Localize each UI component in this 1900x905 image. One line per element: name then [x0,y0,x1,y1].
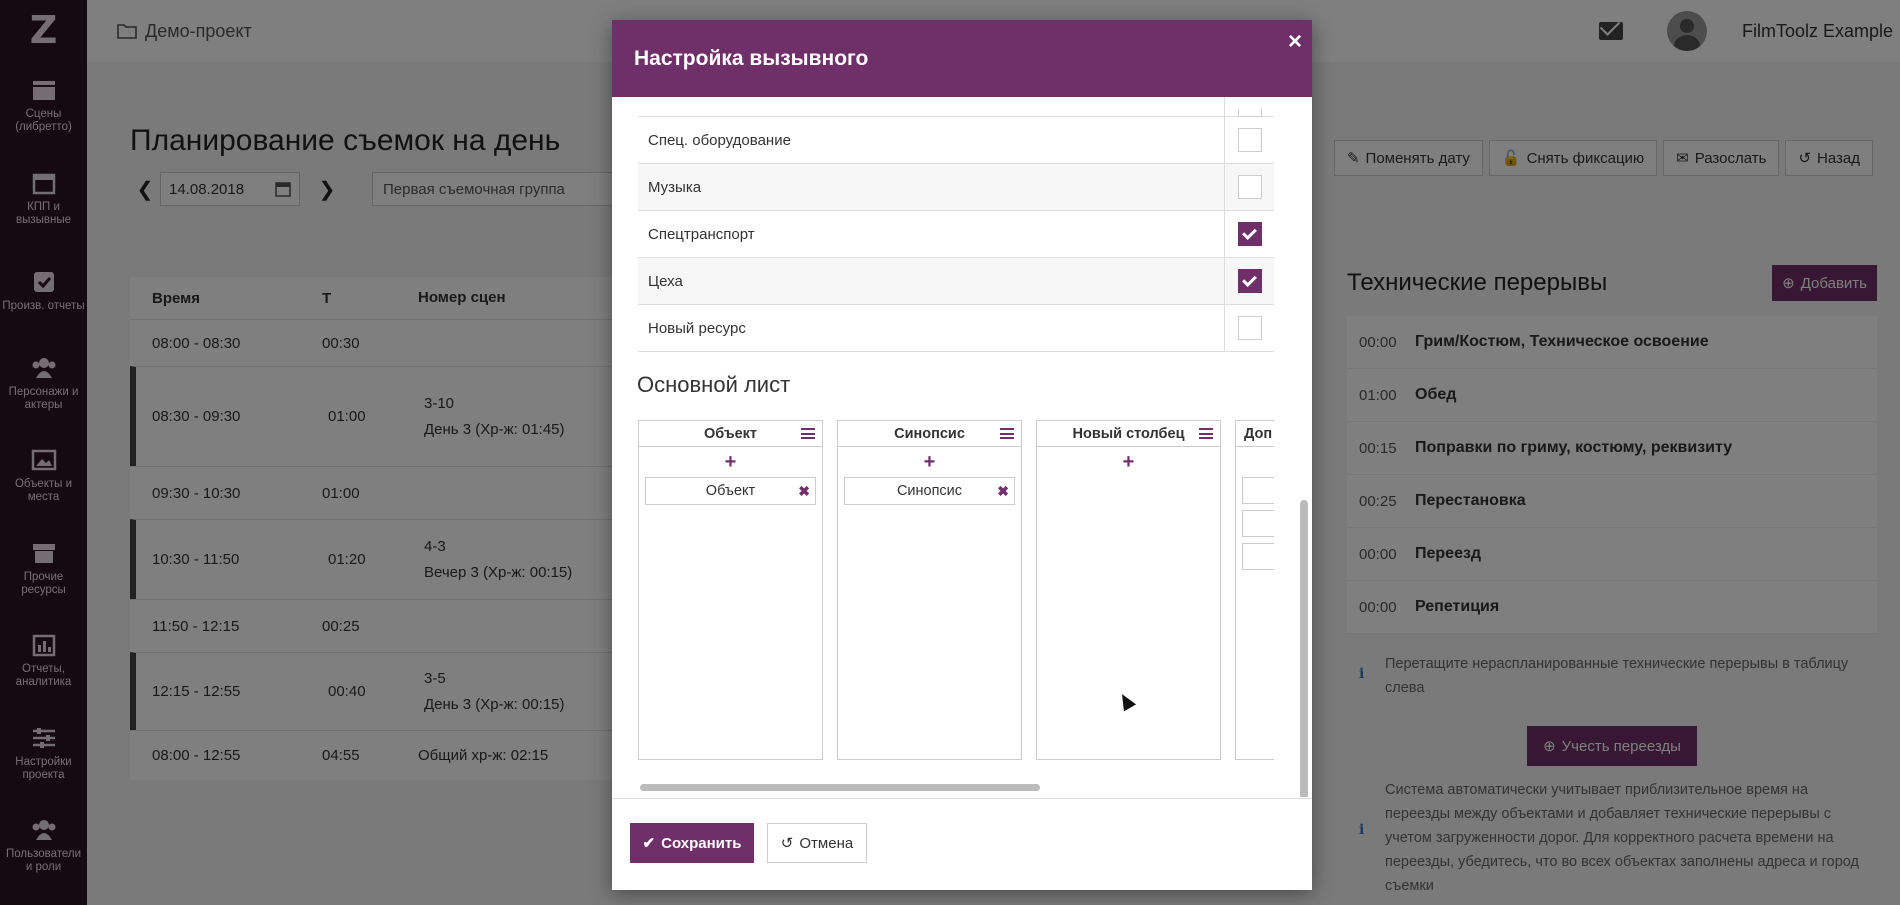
modal-body: Спец. оборудование Музыка Спецтранспорт … [612,97,1312,797]
menu-icon[interactable] [1199,428,1213,439]
field-chip-label: Объект [705,483,756,499]
resource-label: Цеха [648,272,683,290]
field-chip[interactable] [1242,510,1274,537]
resource-label: Спец. оборудование [648,131,791,149]
cancel-button[interactable]: ↺ Отмена [767,823,867,863]
modal-footer: ✔ Сохранить ↺ Отмена [612,798,1312,890]
column-card: Объект + Объект ✖ [638,420,823,760]
resource-label: Спецтранспорт [648,225,755,243]
modal-title: Настройка вызывного [634,46,869,70]
remove-icon[interactable]: ✖ [798,483,810,500]
section-title: Основной лист [637,372,791,397]
scrollbar-thumb[interactable] [640,784,1040,791]
resource-checkbox[interactable] [1237,128,1262,152]
column-header: Синопсис [838,421,1021,447]
resources-table: Спец. оборудование Музыка Спецтранспорт … [638,97,1274,352]
resource-label: Музыка [648,178,702,196]
resource-label: Новый ресурс [648,319,746,337]
resource-row: Новый ресурс [638,304,1274,352]
remove-icon[interactable]: ✖ [997,483,1009,500]
menu-icon[interactable] [801,428,815,439]
save-button[interactable]: ✔ Сохранить [630,823,754,863]
column-card: Доп [1235,420,1274,760]
resource-checkbox[interactable] [1237,269,1262,293]
resource-checkbox[interactable] [1237,175,1262,199]
checkbox[interactable] [1237,108,1262,117]
close-icon[interactable]: × [1288,28,1302,56]
column-title: Объект [703,425,758,442]
modal-header: Настройка вызывного × [612,20,1312,97]
field-chip[interactable] [1242,543,1274,570]
column-header: Объект [639,421,822,447]
column-card: Новый столбец + [1036,420,1221,760]
add-field-button[interactable]: + [838,447,1021,477]
column-header: Новый столбец [1037,421,1220,447]
cancel-label: Отмена [799,834,854,852]
menu-icon[interactable] [1000,428,1014,439]
resource-row: Цеха [638,257,1274,305]
resource-checkbox[interactable] [1237,222,1262,246]
table-row-partial [638,97,1274,117]
vertical-scrollbar[interactable] [1300,500,1308,797]
field-chip[interactable] [1242,477,1274,504]
column-header: Доп [1236,421,1274,447]
add-field-button[interactable]: + [1037,447,1220,477]
resource-checkbox[interactable] [1237,316,1262,340]
column-title: Синопсис [894,425,965,442]
check-icon: ✔ [642,835,656,852]
undo-icon: ↺ [780,835,794,852]
resource-row: Спец. оборудование [638,116,1274,164]
field-chip[interactable]: Синопсис ✖ [844,477,1015,505]
callsheet-settings-modal: Настройка вызывного × Спец. оборудование… [612,20,1312,890]
resource-row: Спецтранспорт [638,210,1274,258]
field-chip-label: Синопсис [896,483,963,499]
horizontal-scrollbar[interactable] [638,783,1274,791]
column-title: Новый столбец [1072,425,1185,442]
column-card: Синопсис + Синопсис ✖ [837,420,1022,760]
columns-editor: Объект + Объект ✖ Синопсис + Синопсис ✖ Но… [638,420,1274,760]
field-chip[interactable]: Объект ✖ [645,477,816,505]
save-label: Сохранить [661,834,742,852]
column-title: Доп [1244,425,1273,442]
resource-row: Музыка [638,163,1274,211]
add-field-button[interactable]: + [639,447,822,477]
